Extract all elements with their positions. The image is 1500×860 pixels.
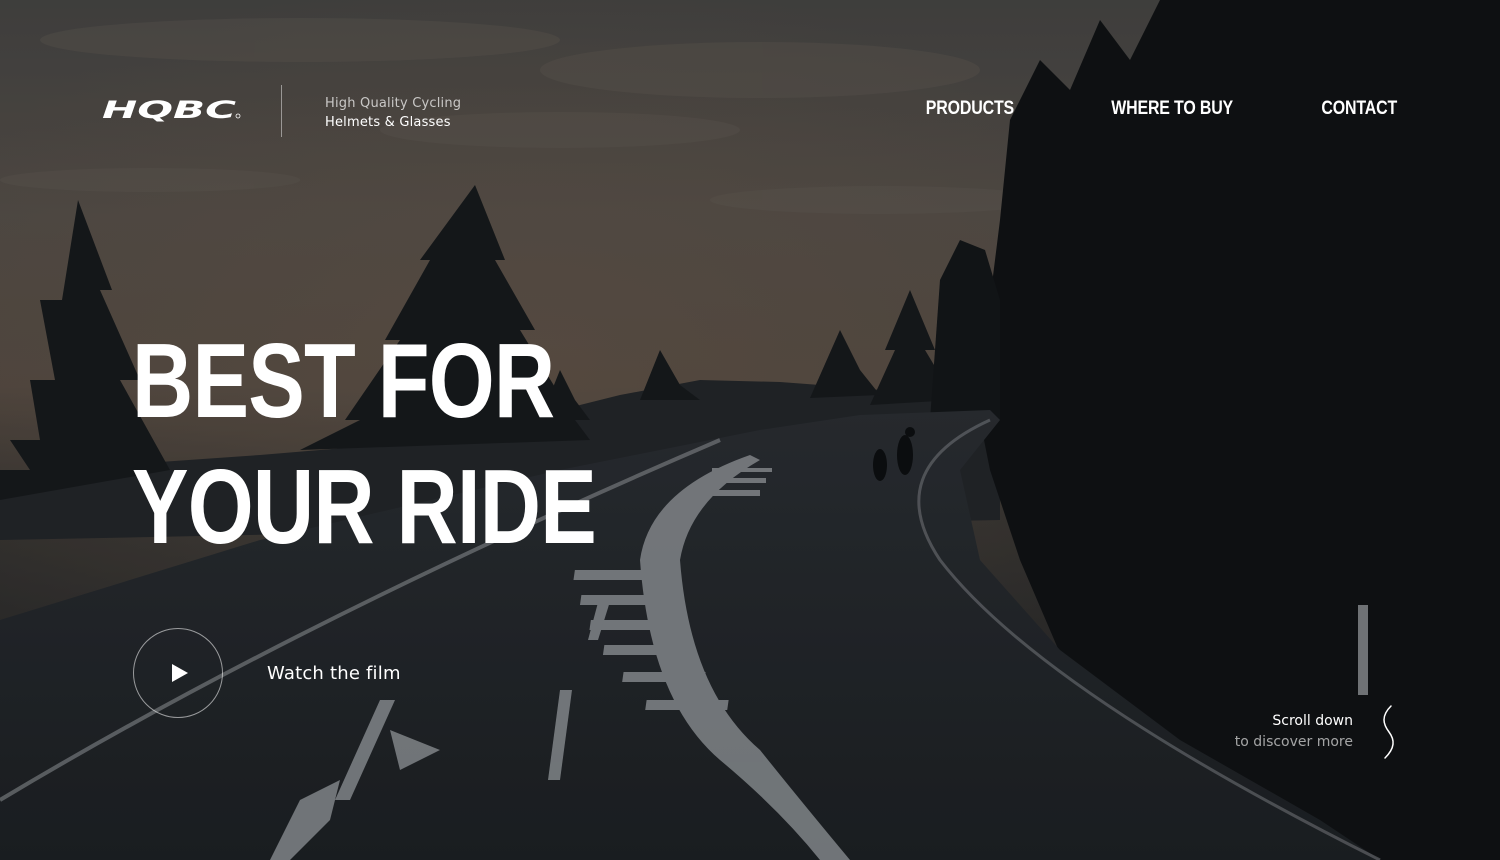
tagline-line-2: Helmets & Glasses <box>325 115 451 130</box>
play-button[interactable] <box>133 628 223 718</box>
hero-title-line-2: YOUR RIDE <box>132 448 597 566</box>
scroll-squiggle-icon <box>1381 704 1397 760</box>
scroll-text: Scroll down to discover more <box>1235 711 1353 753</box>
play-icon <box>172 664 188 682</box>
watch-film-label[interactable]: Watch the film <box>267 663 401 684</box>
hqbc-logo[interactable]: HQBC <box>102 96 242 124</box>
header-divider <box>281 85 282 137</box>
scroll-line-1: Scroll down <box>1272 713 1353 729</box>
logo-wordmark: HQBC <box>102 96 237 124</box>
scroll-down-hint[interactable]: Scroll down to discover more <box>1235 704 1397 760</box>
brand-tagline: High Quality Cycling Helmets & Glasses <box>325 94 461 132</box>
hero-title: BEST FOR YOUR RIDE <box>132 318 597 570</box>
watch-film-button[interactable]: Watch the film <box>133 628 401 718</box>
nav-contact[interactable]: CONTACT <box>1321 98 1397 120</box>
nav-where-to-buy[interactable]: WHERE TO BUY <box>1111 98 1233 120</box>
nav-products[interactable]: PRODUCTS <box>926 98 1014 120</box>
tagline-line-1: High Quality Cycling <box>325 96 462 111</box>
scroll-line-2: to discover more <box>1234 734 1353 750</box>
main-nav: PRODUCTS WHERE TO BUY CONTACT <box>909 98 1398 120</box>
hero-section: HQBC High Quality Cycling Helmets & Glas… <box>0 0 1500 860</box>
logo-mark: HQBC <box>102 96 241 124</box>
hero-title-line-1: BEST FOR <box>132 322 555 440</box>
